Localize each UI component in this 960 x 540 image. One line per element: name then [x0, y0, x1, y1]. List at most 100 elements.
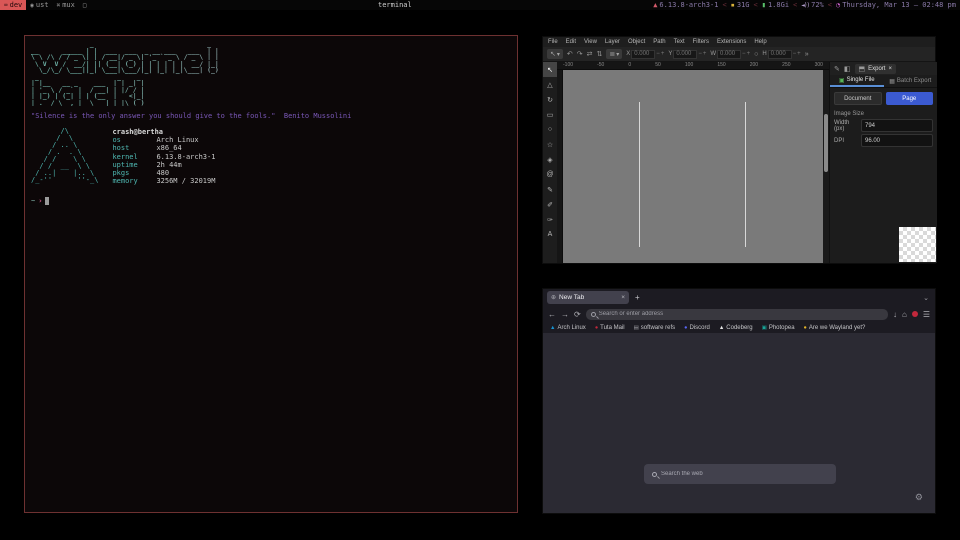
- inkscape-window[interactable]: File Edit View Layer Object Path Text Filters Ex…: [542, 36, 936, 264]
- close-icon[interactable]: ×: [888, 66, 892, 72]
- h-decrement[interactable]: −: [793, 51, 797, 57]
- batch-export-icon: ▦: [889, 78, 895, 85]
- browser-window[interactable]: ⊕ New Tab × + ⌄ ← → ⟳ ↓ ⌂ ☰ ▲: [542, 288, 936, 514]
- tool-button[interactable]: △: [543, 77, 557, 92]
- menu-item[interactable]: Extensions: [717, 39, 746, 45]
- menu-item[interactable]: Text: [674, 39, 685, 45]
- menu-item[interactable]: Object: [628, 39, 645, 45]
- tab-single-file[interactable]: ▣ Single File: [830, 75, 884, 87]
- scrollbar-thumb[interactable]: [824, 114, 828, 172]
- tab-close-icon[interactable]: ×: [621, 294, 625, 301]
- workspace-tag[interactable]: □: [79, 0, 93, 10]
- bookmark-item[interactable]: ● Discord: [684, 325, 710, 331]
- menu-item[interactable]: Layer: [605, 39, 620, 45]
- reload-button[interactable]: ⟳: [574, 310, 581, 319]
- bookmark-item[interactable]: ● Tuta Mail: [595, 325, 625, 331]
- hamburger-menu-icon[interactable]: ☰: [923, 310, 930, 319]
- x-increment[interactable]: +: [661, 51, 665, 57]
- export-mode-tabs: ▣ Single File ▦ Batch Export: [830, 75, 937, 88]
- export-panel-tab[interactable]: ⬒ Export ×: [855, 64, 896, 74]
- tool-button[interactable]: A: [543, 227, 557, 242]
- page-guide-line: [745, 102, 746, 247]
- clock-icon: ◔: [836, 1, 840, 9]
- back-button[interactable]: ←: [548, 310, 556, 319]
- tool-icon: A: [548, 231, 553, 238]
- menu-item[interactable]: Filters: [693, 39, 709, 45]
- align-dropdown[interactable]: ≣▾: [606, 49, 622, 59]
- gear-icon[interactable]: ⚙: [915, 492, 923, 503]
- tool-button[interactable]: ✐: [543, 197, 557, 212]
- url-input[interactable]: [599, 311, 883, 317]
- url-bar[interactable]: [586, 309, 888, 320]
- datetime-value: Thursday, Mar 13 — 02:48 pm: [842, 1, 956, 9]
- menu-item[interactable]: Edit: [566, 39, 576, 45]
- y-input[interactable]: 0.000: [673, 50, 697, 59]
- bookmark-item[interactable]: ▤ software refs: [634, 325, 676, 331]
- rotate-ccw-icon[interactable]: ↶: [567, 50, 573, 58]
- toolbar-overflow-icon[interactable]: »: [805, 51, 809, 58]
- w-increment[interactable]: +: [747, 51, 751, 57]
- x-decrement[interactable]: −: [656, 51, 660, 57]
- export-dpi-input[interactable]: 96.00: [861, 134, 933, 147]
- export-width-label: Width (px): [834, 120, 858, 132]
- tool-button[interactable]: ↻: [543, 92, 557, 107]
- document-button[interactable]: Document: [834, 92, 882, 105]
- tool-button[interactable]: @: [543, 167, 557, 182]
- y-increment[interactable]: +: [703, 51, 707, 57]
- fetch-value: 480: [156, 169, 169, 177]
- web-search-input[interactable]: [661, 471, 828, 477]
- export-width-input[interactable]: 794: [861, 119, 933, 132]
- flip-horizontal-icon[interactable]: ⇄: [587, 50, 593, 58]
- fill-icon[interactable]: ◧: [844, 65, 851, 73]
- disk-module: ▪ 31G: [731, 1, 750, 9]
- arch-ascii-logo: /\ / \ / .. \ / . . \ / / \ \ / / __ \ \…: [31, 128, 98, 185]
- x-input[interactable]: 0.000: [631, 50, 655, 59]
- h-input[interactable]: 0.000: [768, 50, 792, 59]
- bookmark-item[interactable]: ● Are we Wayland yet?: [804, 325, 866, 331]
- shell-prompt[interactable]: ~ ›: [31, 197, 511, 205]
- workspace-tag[interactable]: ⌨ dev: [0, 0, 26, 10]
- menu-item[interactable]: View: [584, 39, 597, 45]
- bookmark-item[interactable]: ▲ Arch Linux: [550, 325, 586, 331]
- pencil-icon[interactable]: ✎: [834, 65, 840, 73]
- canvas[interactable]: [563, 70, 823, 263]
- list-tabs-icon[interactable]: ⌄: [923, 294, 929, 302]
- fetch-row: pkgs 480: [112, 169, 215, 177]
- lock-ratio-icon[interactable]: ○: [754, 51, 758, 58]
- selector-mode-dropdown[interactable]: ↖▾: [547, 49, 563, 59]
- extension-icon[interactable]: [912, 311, 918, 317]
- rotate-cw-icon[interactable]: ↷: [577, 50, 583, 58]
- tool-button[interactable]: ○: [543, 122, 557, 137]
- menu-item[interactable]: Path: [653, 39, 665, 45]
- new-tab-button[interactable]: +: [635, 293, 640, 302]
- quote-line: "Silence is the only answer you should g…: [31, 112, 511, 120]
- workspace-tag[interactable]: ◉ ust: [26, 0, 52, 10]
- terminal-window[interactable]: _ _ __ _____ | | ___ ___ _ __ ___ ___ | …: [24, 35, 518, 513]
- flip-vertical-icon[interactable]: ⇅: [597, 50, 603, 58]
- tool-button[interactable]: ◈: [543, 152, 557, 167]
- tool-button[interactable]: ☆: [543, 137, 557, 152]
- selector-icon: ↖: [550, 50, 556, 58]
- tool-button[interactable]: ✎: [543, 182, 557, 197]
- forward-button[interactable]: →: [561, 310, 569, 319]
- downloads-icon[interactable]: ↓: [893, 310, 897, 319]
- w-input[interactable]: 0.000: [717, 50, 741, 59]
- tool-button[interactable]: ▭: [543, 107, 557, 122]
- tool-button[interactable]: ↖: [543, 62, 557, 77]
- text-cursor: [45, 197, 49, 205]
- tab-batch-export[interactable]: ▦ Batch Export: [884, 75, 938, 87]
- y-decrement[interactable]: −: [698, 51, 702, 57]
- workspace-tag[interactable]: ⌘ mux: [53, 0, 79, 10]
- h-increment[interactable]: +: [797, 51, 801, 57]
- home-icon[interactable]: ⌂: [902, 310, 907, 319]
- bookmark-item[interactable]: ▣ Photopea: [762, 325, 795, 331]
- ruler-tick-label: 200: [750, 62, 758, 68]
- tool-button[interactable]: ✑: [543, 212, 557, 227]
- bookmark-item[interactable]: ▲ Codeberg: [719, 325, 753, 331]
- menu-item[interactable]: File: [548, 39, 558, 45]
- menu-item[interactable]: Help: [754, 39, 766, 45]
- active-tab[interactable]: ⊕ New Tab ×: [547, 291, 629, 304]
- w-decrement[interactable]: −: [742, 51, 746, 57]
- web-search-box[interactable]: [644, 464, 836, 484]
- page-button[interactable]: Page: [886, 92, 934, 105]
